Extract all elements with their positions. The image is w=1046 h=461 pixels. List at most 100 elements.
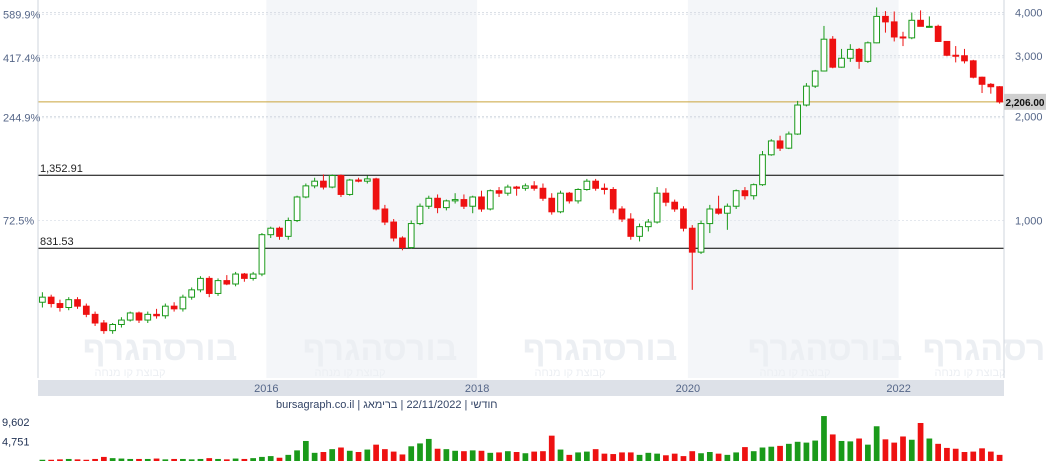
candle-up bbox=[258, 234, 266, 275]
candle-up bbox=[583, 180, 591, 190]
candle-down bbox=[829, 38, 837, 68]
price-tick-label: 3,000 bbox=[1015, 51, 1043, 63]
stock-chart: בורסהגרףקבוצת קו מנחהבורסהגרףקבוצת קו מנ… bbox=[2, 0, 1046, 461]
volume-bar bbox=[610, 454, 617, 461]
candle-up bbox=[750, 184, 758, 197]
candle-down bbox=[855, 48, 863, 62]
candle-up bbox=[407, 223, 415, 249]
volume-bar bbox=[935, 443, 941, 461]
percent-tick-label: 589.9% bbox=[3, 9, 41, 21]
volume-bar bbox=[302, 440, 309, 461]
candle-up bbox=[574, 188, 582, 202]
volume-bar bbox=[900, 436, 906, 461]
volume-bars bbox=[39, 416, 1003, 461]
current-price-marker[interactable]: 2,206.00 bbox=[1004, 93, 1046, 110]
candle-up bbox=[188, 289, 196, 298]
candle-up bbox=[759, 154, 766, 186]
candle-up bbox=[838, 57, 845, 68]
candle-down bbox=[460, 199, 468, 207]
candle-down bbox=[337, 175, 345, 195]
candle-down bbox=[530, 185, 538, 189]
volume-bar bbox=[627, 452, 634, 461]
volume-bar bbox=[496, 452, 502, 461]
candle-down bbox=[135, 312, 143, 321]
volume-bar bbox=[294, 450, 300, 461]
candle-down bbox=[741, 190, 749, 197]
level-label: 1,352.91 bbox=[40, 163, 83, 175]
volume-bar bbox=[847, 441, 854, 461]
volume-bar bbox=[794, 441, 801, 461]
candle-up bbox=[249, 273, 257, 279]
volume-bar bbox=[575, 452, 581, 461]
volume-bar bbox=[601, 453, 608, 461]
candle-up bbox=[522, 185, 529, 189]
candle-down bbox=[680, 208, 687, 229]
volume-bar bbox=[829, 434, 836, 461]
candle-down bbox=[987, 83, 995, 88]
volume-bar bbox=[584, 451, 590, 461]
candle-up bbox=[232, 273, 239, 285]
volume-bar bbox=[979, 448, 985, 461]
volume-bar bbox=[908, 439, 915, 461]
candle-up bbox=[451, 199, 459, 202]
candle-down bbox=[100, 322, 108, 332]
volume-bar bbox=[259, 456, 265, 461]
volume-bar bbox=[689, 451, 696, 461]
candle-down bbox=[170, 305, 178, 310]
candle-up bbox=[653, 192, 661, 223]
candle-down bbox=[917, 19, 924, 27]
current-price-label: 2,206.00 bbox=[1006, 98, 1045, 109]
price-tick-label: 4,000 bbox=[1015, 8, 1043, 20]
volume-bar bbox=[382, 449, 388, 461]
volume-bar bbox=[715, 453, 722, 461]
volume-bar bbox=[399, 454, 406, 461]
volume-bar bbox=[425, 438, 432, 461]
year-band bbox=[266, 0, 478, 378]
candle-up bbox=[846, 48, 854, 59]
candle-down bbox=[399, 237, 406, 249]
candle-up bbox=[425, 197, 433, 207]
volume-bar bbox=[329, 449, 336, 461]
volume-bar bbox=[548, 435, 555, 461]
percent-tick-label: 244.9% bbox=[3, 113, 41, 125]
candle-up bbox=[214, 280, 222, 294]
candle-up bbox=[443, 200, 450, 209]
watermark: בורסהגרף bbox=[303, 330, 458, 368]
volume-bar bbox=[952, 448, 959, 461]
candle-down bbox=[890, 21, 898, 38]
price-tick-label: 2,000 bbox=[1015, 112, 1043, 124]
candle-down bbox=[241, 273, 248, 279]
candle-up bbox=[864, 42, 872, 62]
x-tick-label: 2020 bbox=[676, 383, 700, 395]
candle-down bbox=[82, 305, 90, 315]
volume-bar bbox=[504, 451, 511, 461]
volume-bar bbox=[373, 444, 379, 461]
volume-bar bbox=[566, 454, 573, 461]
volume-bar bbox=[390, 451, 397, 461]
candle-down bbox=[565, 192, 573, 202]
candle-up bbox=[65, 299, 73, 309]
candle-down bbox=[996, 86, 1003, 103]
candle-up bbox=[732, 190, 740, 207]
volume-bar bbox=[452, 450, 458, 461]
price-tick-label: 1,000 bbox=[1015, 216, 1043, 228]
percent-tick-label: 417.4% bbox=[3, 53, 41, 65]
volume-bar bbox=[267, 456, 274, 461]
volume-bar bbox=[803, 442, 810, 461]
candle-down bbox=[320, 180, 327, 188]
candle-down bbox=[618, 208, 626, 220]
candle-down bbox=[91, 313, 99, 324]
watermark-subtitle: קבוצת קו מנחה bbox=[314, 367, 385, 379]
candle-down bbox=[205, 277, 213, 294]
volume-bar bbox=[917, 422, 924, 461]
candle-up bbox=[724, 205, 731, 214]
candle-up bbox=[302, 185, 310, 198]
candle-up bbox=[293, 196, 301, 222]
candle-up bbox=[785, 133, 793, 149]
volume-bar bbox=[522, 453, 529, 461]
candle-up bbox=[557, 192, 564, 213]
watermark-subtitle: קבוצת קו מנחה bbox=[94, 367, 165, 379]
candle-down bbox=[671, 201, 679, 210]
volume-bar bbox=[478, 450, 485, 461]
candle-down bbox=[478, 196, 485, 210]
